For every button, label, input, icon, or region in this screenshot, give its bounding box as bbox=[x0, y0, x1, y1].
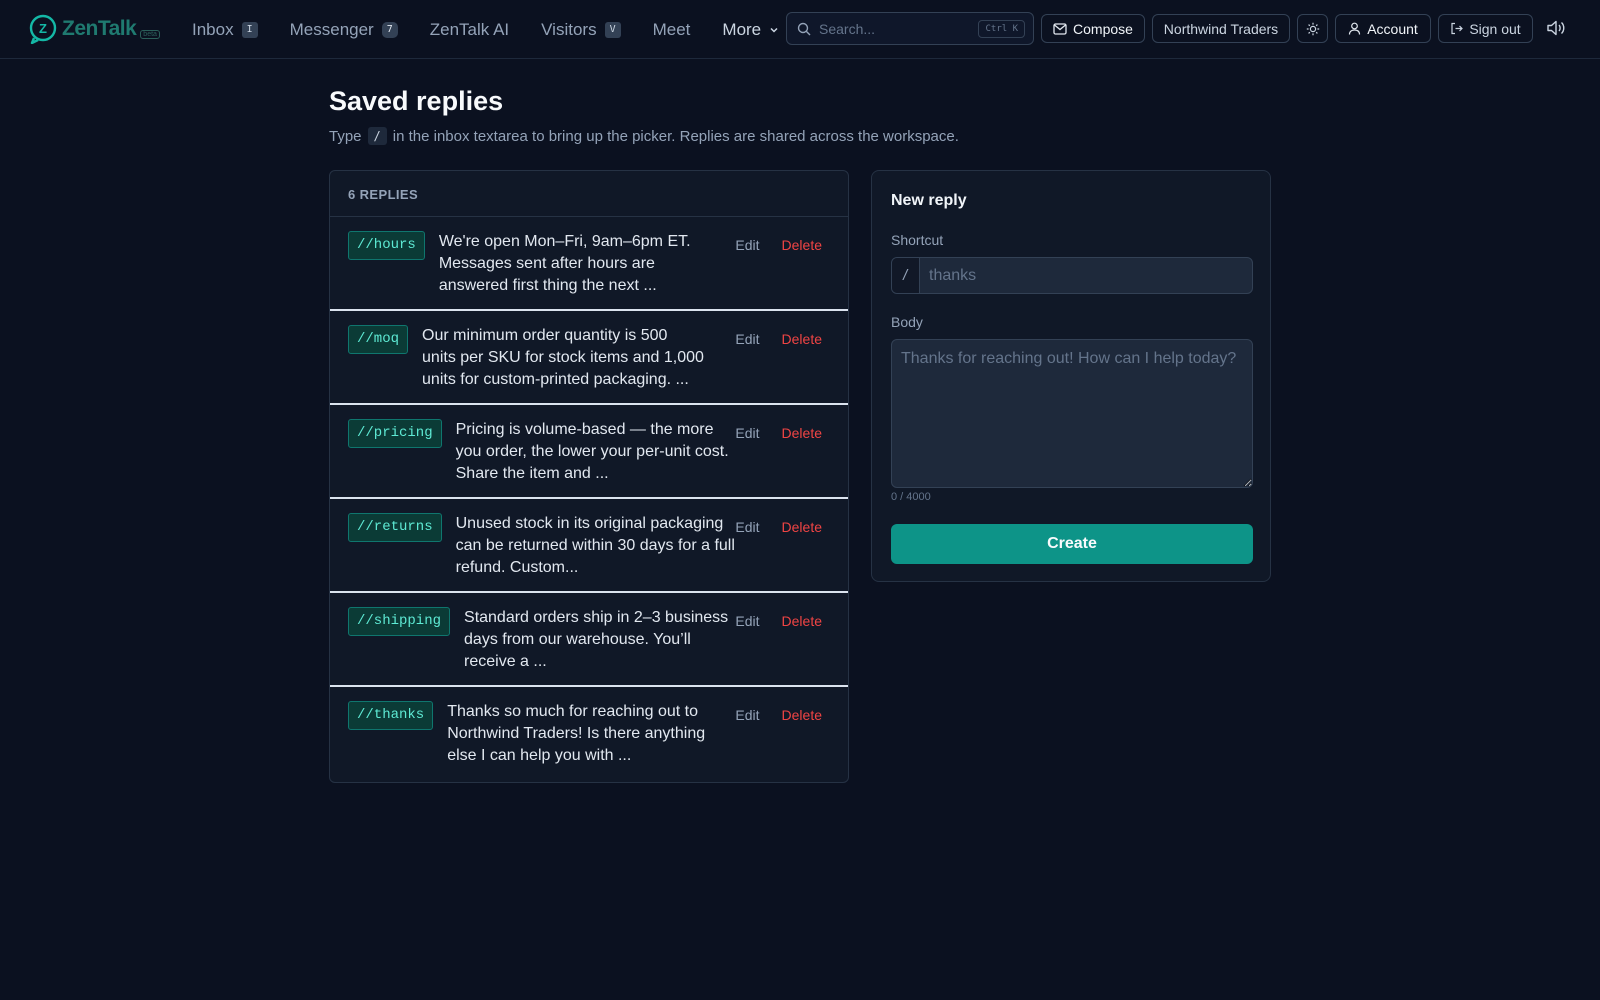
theme-toggle-button[interactable] bbox=[1297, 14, 1328, 43]
reply-actions: Edit Delete bbox=[735, 707, 822, 723]
delete-reply-button[interactable]: Delete bbox=[782, 425, 822, 441]
reply-preview: Unused stock in its original packaging c… bbox=[455, 515, 735, 576]
shortcut-field-label: Shortcut bbox=[891, 232, 944, 248]
reply-shortcut-tag: //returns bbox=[348, 513, 442, 542]
nav-item-label: Meet bbox=[652, 19, 691, 39]
reply-preview: Our minimum order quantity is 500 units … bbox=[422, 327, 704, 388]
new-reply-form: New reply Shortcut / Body 0 / 4000 Creat… bbox=[871, 170, 1271, 582]
reply-shortcut-tag: //moq bbox=[348, 325, 409, 354]
shortcut-badge: V bbox=[604, 21, 621, 38]
reply-shortcut-tag: //thanks bbox=[348, 701, 434, 730]
delete-reply-button[interactable]: Delete bbox=[782, 519, 822, 535]
delete-reply-button[interactable]: Delete bbox=[782, 237, 822, 253]
slash-key-code: / bbox=[367, 127, 387, 145]
top-nav-bar: Z ZenTalk beta Inbox I Messenger 7 ZenTa… bbox=[0, 0, 1600, 59]
nav-item-label: ZenTalk AI bbox=[429, 19, 510, 39]
shortcut-field: / bbox=[891, 257, 1253, 294]
reply-row: //thanks Thanks so much for reaching out … bbox=[330, 687, 848, 781]
sound-toggle-button[interactable] bbox=[1546, 19, 1566, 40]
logout-icon bbox=[1451, 22, 1464, 35]
account-button[interactable]: Account bbox=[1335, 14, 1431, 43]
main-nav: Inbox I Messenger 7 ZenTalk AI Visitors … bbox=[192, 0, 811, 59]
svg-text:Z: Z bbox=[39, 21, 47, 36]
shortcut-input[interactable] bbox=[920, 258, 1252, 293]
mail-icon bbox=[1053, 22, 1067, 35]
nav-item-messenger[interactable]: Messenger 7 bbox=[290, 20, 398, 40]
sign-out-button[interactable]: Sign out bbox=[1438, 14, 1533, 43]
reply-preview: Pricing is volume-based — the more you o… bbox=[455, 421, 729, 482]
body-field-label: Body bbox=[891, 314, 923, 330]
compose-label: Compose bbox=[1073, 20, 1133, 37]
zentalk-logo[interactable]: Z ZenTalk beta bbox=[28, 13, 160, 45]
edit-reply-button[interactable]: Edit bbox=[735, 707, 759, 723]
subtitle-text-end: in the inbox textarea to bring up the pi… bbox=[392, 127, 959, 145]
nav-item-inbox[interactable]: Inbox I bbox=[192, 20, 258, 40]
speaker-icon bbox=[1547, 20, 1565, 36]
reply-actions: Edit Delete bbox=[735, 613, 822, 629]
delete-reply-button[interactable]: Delete bbox=[782, 707, 822, 723]
edit-reply-button[interactable]: Edit bbox=[735, 425, 759, 441]
replies-count-header: 6 REPLIES bbox=[330, 171, 848, 217]
chevron-down-icon bbox=[770, 27, 778, 33]
reply-preview: Standard orders ship in 2–3 business day… bbox=[464, 609, 729, 670]
reply-row: //moq Our minimum order quantity is 500 u… bbox=[330, 311, 848, 405]
nav-item-meet[interactable]: Meet bbox=[653, 20, 691, 40]
character-counter: 0 / 4000 bbox=[891, 491, 931, 503]
reply-shortcut-tag: //hours bbox=[348, 231, 425, 260]
nav-item-label: More bbox=[722, 19, 762, 39]
delete-reply-button[interactable]: Delete bbox=[782, 331, 822, 347]
nav-item-label: Inbox bbox=[192, 19, 234, 39]
replies-rows: //hours We're open Mon–Fri, 9am–6pm ET. M… bbox=[330, 217, 848, 781]
logo-text: ZenTalk bbox=[62, 17, 137, 40]
reply-shortcut-tag: //shipping bbox=[348, 607, 451, 636]
shortcut-prefix: / bbox=[892, 258, 920, 293]
chat-bubble-logo-icon: Z bbox=[29, 14, 57, 44]
form-title: New reply bbox=[891, 192, 967, 209]
logo-tag: beta bbox=[140, 29, 160, 39]
edit-reply-button[interactable]: Edit bbox=[735, 613, 759, 629]
create-button[interactable]: Create bbox=[891, 524, 1253, 564]
search-icon bbox=[797, 22, 811, 35]
reply-row: //returns Unused stock in its original pa… bbox=[330, 499, 848, 593]
page-subtitle: Type / in the inbox textarea to bring up… bbox=[329, 127, 959, 145]
nav-item-zentalk-ai[interactable]: ZenTalk AI bbox=[430, 20, 509, 40]
reply-preview: Thanks so much for reaching out to North… bbox=[447, 703, 706, 764]
reply-actions: Edit Delete bbox=[735, 331, 822, 347]
account-label: Account bbox=[1367, 20, 1418, 37]
compose-button[interactable]: Compose bbox=[1041, 14, 1145, 43]
user-icon bbox=[1349, 22, 1361, 35]
edit-reply-button[interactable]: Edit bbox=[735, 519, 759, 535]
sign-out-label: Sign out bbox=[1469, 20, 1521, 37]
shortcut-badge: I bbox=[241, 21, 258, 38]
reply-row: //pricing Pricing is volume-based — the m… bbox=[330, 405, 848, 499]
subtitle-text-start: Type bbox=[329, 127, 362, 145]
search-input[interactable] bbox=[819, 20, 969, 37]
nav-more-menu[interactable]: More bbox=[722, 20, 779, 40]
edit-reply-button[interactable]: Edit bbox=[735, 331, 759, 347]
page-title: Saved replies bbox=[329, 86, 504, 116]
delete-reply-button[interactable]: Delete bbox=[782, 613, 822, 629]
sun-icon bbox=[1306, 22, 1319, 35]
reply-actions: Edit Delete bbox=[735, 519, 822, 535]
search-shortcut-hint: Ctrl K bbox=[978, 19, 1025, 38]
reply-shortcut-tag: //pricing bbox=[348, 419, 442, 448]
reply-row: //shipping Standard orders ship in 2–3 bu… bbox=[330, 593, 848, 687]
body-textarea[interactable] bbox=[891, 339, 1253, 488]
workspace-label: Northwind Traders bbox=[1163, 20, 1279, 37]
nav-item-visitors[interactable]: Visitors V bbox=[541, 19, 621, 40]
reply-actions: Edit Delete bbox=[735, 237, 822, 253]
edit-reply-button[interactable]: Edit bbox=[735, 237, 759, 253]
reply-preview: We're open Mon–Fri, 9am–6pm ET. Messages… bbox=[438, 233, 691, 294]
nav-item-label: Visitors bbox=[541, 19, 597, 39]
unread-count-badge: 7 bbox=[381, 21, 398, 38]
workspace-switcher-button[interactable]: Northwind Traders bbox=[1152, 14, 1290, 43]
search-box[interactable]: Ctrl K bbox=[786, 12, 1034, 45]
nav-item-label: Messenger bbox=[289, 19, 374, 39]
reply-actions: Edit Delete bbox=[735, 425, 822, 441]
saved-replies-list: 6 REPLIES //hours We're open Mon–Fri, 9am… bbox=[329, 170, 849, 783]
reply-row: //hours We're open Mon–Fri, 9am–6pm ET. M… bbox=[330, 217, 848, 311]
